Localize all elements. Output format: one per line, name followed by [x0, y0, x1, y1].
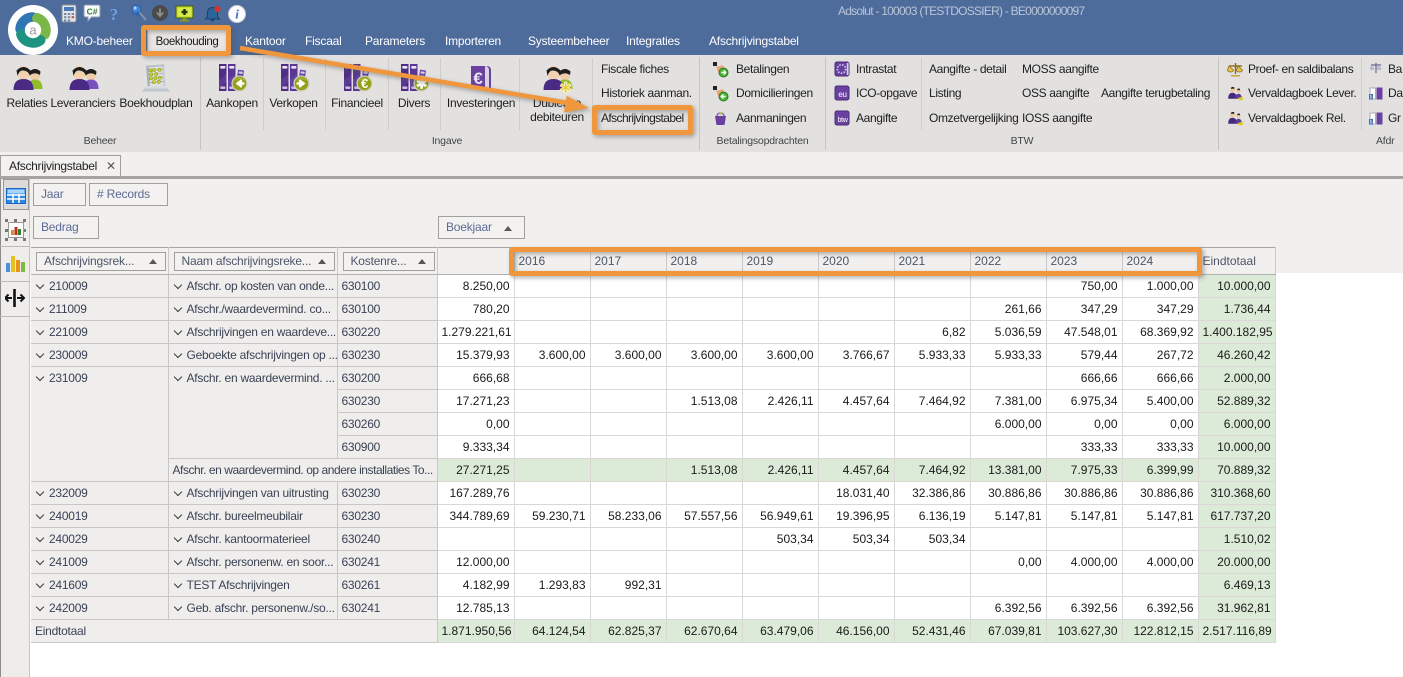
- svg-text:€: €: [361, 76, 368, 91]
- svg-text:✱: ✱: [559, 80, 572, 94]
- svg-text:btw: btw: [838, 117, 849, 124]
- svg-text:eu: eu: [838, 90, 846, 99]
- svg-text:✱: ✱: [416, 76, 428, 92]
- svg-text:a: a: [29, 23, 37, 38]
- svg-text:?: ?: [110, 5, 119, 24]
- svg-text:C#: C#: [87, 7, 98, 17]
- svg-text:i: i: [235, 7, 239, 22]
- svg-text:€: €: [473, 69, 483, 88]
